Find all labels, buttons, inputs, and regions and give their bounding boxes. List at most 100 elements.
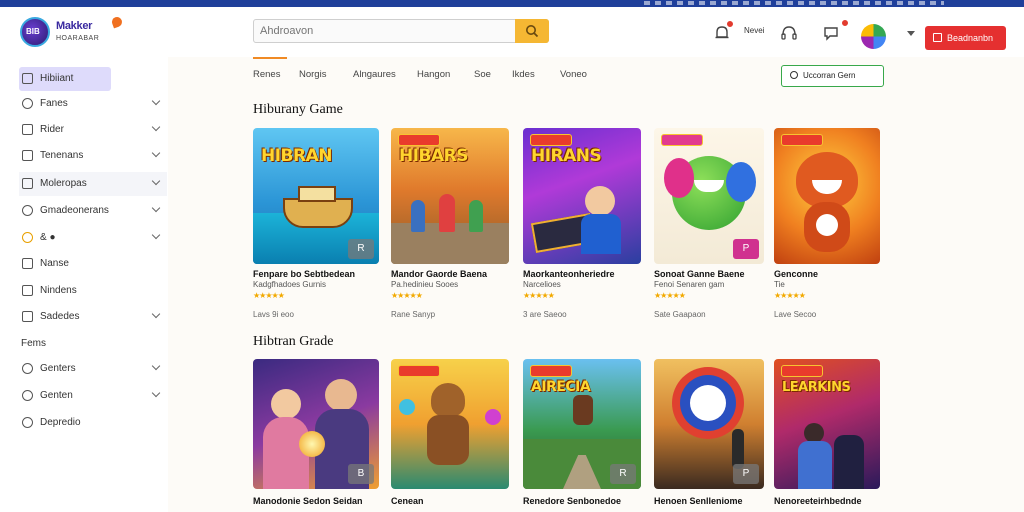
sidebar-item-sadedes[interactable]: Sadedes [19, 305, 167, 329]
filter-button[interactable]: Uccorran Gern [781, 65, 884, 87]
game-thumbnail[interactable]: P [654, 128, 764, 264]
brand-subtitle: HOARABAR [56, 35, 100, 42]
rating-stars: ★★★★★ [253, 291, 285, 300]
game-meta: Lave Secoo [774, 310, 817, 319]
game-art-title: HIBARS [399, 146, 469, 166]
sidebar-item-label: Genten [40, 390, 73, 401]
tab-hangon[interactable]: Hangon [417, 69, 450, 80]
sidebar-item-label: Rider [40, 124, 64, 135]
sidebar-item-home[interactable]: Hibiiant [19, 67, 111, 91]
game-badge: R [610, 464, 636, 484]
game-title: Maorkanteonheriedre [523, 269, 615, 279]
chevron-down-icon [151, 203, 161, 213]
tab-renes[interactable]: Renes [253, 69, 280, 80]
gamepad-icon [22, 124, 33, 135]
game-thumbnail[interactable]: HIBARS [391, 128, 509, 264]
section-title: Hiburany Game [253, 102, 343, 117]
sidebar-item-label: Nindens [40, 285, 77, 296]
chevron-down-icon [151, 388, 161, 398]
game-title: Nenoreeteirhbednde [774, 496, 862, 506]
logo-emblem: BIB [20, 17, 50, 47]
sidebar-item-nanse[interactable]: Nanse [19, 252, 167, 276]
sidebar-item-label: Genters [40, 363, 76, 374]
header-label[interactable]: Nevei [744, 26, 764, 35]
game-subtitle: Tie [774, 280, 785, 289]
tab-soe[interactable]: Soe [474, 69, 491, 80]
search-input[interactable] [260, 23, 510, 39]
notification-dot [726, 20, 734, 28]
tab-alngaures[interactable]: Alngaures [353, 69, 396, 80]
game-art-title: AIRECIA [531, 379, 591, 395]
game-thumbnail[interactable]: AIRECIA R [523, 359, 641, 489]
chevron-down-icon [151, 230, 161, 240]
active-tab-indicator [253, 57, 287, 59]
game-subtitle: Fenoi Senaren gam [654, 280, 725, 289]
filter-icon [790, 71, 798, 79]
tab-norgis[interactable]: Norgis [299, 69, 326, 80]
chevron-down-icon[interactable] [907, 31, 915, 36]
tab-ikdes[interactable]: Ikdes [512, 69, 535, 80]
game-subtitle: Narcelioes [523, 280, 561, 289]
game-thumbnail[interactable]: B [253, 359, 379, 489]
sidebar-item-games[interactable]: Fanes [19, 92, 167, 116]
headset-icon[interactable] [780, 24, 798, 42]
rating-stars: ★★★★★ [523, 291, 555, 300]
sidebar-item-label: Nanse [40, 258, 69, 269]
sidebar-item-label: Depredio [40, 417, 81, 428]
sidebar-item-nindens[interactable]: Nindens [19, 279, 167, 303]
sidebar: Hibiiant Fanes Rider Tenenans Moleropas … [0, 57, 168, 512]
game-art-title: HIBRAN [261, 146, 333, 166]
game-label-badge [530, 134, 572, 146]
game-label-badge [661, 134, 703, 146]
rating-stars: ★★★★★ [774, 291, 806, 300]
sidebar-item-genters[interactable]: Genters [19, 357, 167, 381]
flame-icon [110, 15, 124, 29]
sidebar-item-label: Tenenans [40, 150, 84, 161]
sidebar-item-coins[interactable]: & ● [19, 226, 167, 250]
chevron-down-icon [151, 96, 161, 106]
search-bar [253, 19, 549, 43]
image-icon [22, 150, 33, 161]
sidebar-item-depredio[interactable]: Depredio [19, 411, 167, 435]
sidebar-item-tenenans[interactable]: Tenenans [19, 144, 167, 168]
tab-voneo[interactable]: Voneo [560, 69, 587, 80]
sidebar-item-label: & ● [40, 232, 56, 243]
chat-icon[interactable] [822, 24, 840, 42]
game-title: Mandor Gaorde Baena [391, 269, 488, 279]
game-meta: Lavs 9i eoo [253, 310, 294, 319]
search-button[interactable] [515, 19, 549, 43]
chevron-down-icon [151, 148, 161, 158]
game-title: Genconne [774, 269, 819, 279]
game-thumbnail[interactable]: P [654, 359, 764, 489]
logo[interactable]: BIB Makker HOARABAR [20, 15, 130, 50]
game-thumbnail[interactable]: HIRANS [523, 128, 641, 264]
game-thumbnail[interactable]: LEARKINS [774, 359, 880, 489]
sidebar-item-label: Fanes [40, 98, 68, 109]
sidebar-item-genten[interactable]: Genten [19, 384, 167, 408]
grid-icon [22, 73, 33, 84]
doc-icon [22, 258, 33, 269]
game-subtitle: Kadgfhadoes Gurnis [253, 280, 326, 289]
book-icon [22, 285, 33, 296]
game-thumbnail[interactable] [391, 359, 509, 489]
sidebar-item-label: Sadedes [40, 311, 80, 322]
game-title: Renedore Senbonedoe [523, 496, 622, 506]
game-label-badge [781, 134, 823, 146]
header: BIB Makker HOARABAR Nevei Beadnanbn [0, 7, 1024, 57]
rating-stars: ★★★★★ [654, 291, 686, 300]
chevron-down-icon [151, 176, 161, 186]
avatar[interactable] [861, 24, 886, 49]
game-title: Fenpare bo Sebtbedean [253, 269, 356, 279]
sidebar-item-label: Moleropas [40, 178, 87, 189]
game-title: Henoen Senlleniome [654, 496, 743, 506]
sidebar-item-moleropas[interactable]: Moleropas [19, 172, 167, 196]
chevron-down-icon [151, 361, 161, 371]
sidebar-item-rider[interactable]: Rider [19, 118, 167, 142]
search-icon [526, 25, 539, 38]
shield-icon [22, 205, 33, 216]
game-thumbnail[interactable]: HIBRAN R [253, 128, 379, 264]
sidebar-item-gmadeonerans[interactable]: Gmadeonerans [19, 199, 167, 223]
game-art-title: HIRANS [531, 146, 602, 166]
signin-button[interactable]: Beadnanbn [925, 26, 1006, 50]
game-thumbnail[interactable] [774, 128, 880, 264]
